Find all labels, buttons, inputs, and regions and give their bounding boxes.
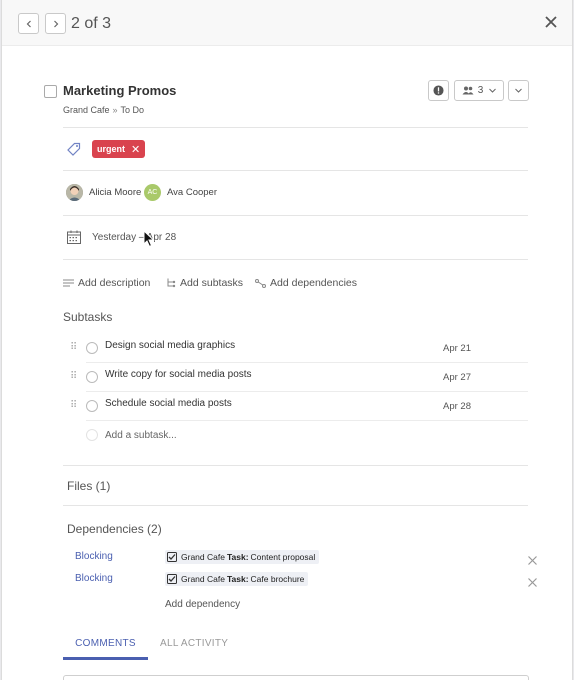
subtask-complete-toggle[interactable]: [86, 400, 98, 412]
tab-comments[interactable]: COMMENTS: [63, 634, 148, 660]
alert-icon: [433, 85, 444, 96]
checkbox-icon: [167, 574, 177, 584]
remove-tag-icon[interactable]: ✕: [131, 143, 140, 156]
task-title[interactable]: Marketing Promos: [63, 83, 176, 98]
assignees-button[interactable]: 3: [454, 80, 504, 101]
assignee-alicia-moore[interactable]: Alicia Moore: [66, 184, 141, 201]
add-description-label: Add description: [78, 277, 151, 289]
files-heading[interactable]: Files (1): [67, 479, 110, 493]
breadcrumb-project[interactable]: Grand Cafe: [63, 105, 110, 115]
breadcrumb-list[interactable]: To Do: [121, 105, 145, 115]
subtask-placeholder-circle: [86, 429, 98, 441]
add-subtask-placeholder: Add a subtask...: [105, 429, 177, 441]
dependency-label: Task:: [226, 574, 249, 584]
avatar: [66, 184, 83, 201]
close-icon[interactable]: [543, 14, 559, 30]
subtask-row[interactable]: ⠿ Design social media graphics Apr 21: [68, 340, 528, 371]
tag-icon[interactable]: [66, 141, 82, 157]
add-dependencies-label: Add dependencies: [270, 277, 357, 289]
pager-text: 2 of 3: [71, 15, 112, 32]
add-dependency-button[interactable]: Add dependency: [165, 599, 240, 610]
task-complete-checkbox[interactable]: [44, 85, 57, 98]
subtask-due-date[interactable]: Apr 28: [443, 401, 471, 412]
divider: [63, 215, 528, 216]
divider: [86, 420, 528, 421]
dependency-project: Grand Cafe: [181, 552, 225, 562]
chevron-down-icon: [515, 88, 522, 93]
dependency-name: Cafe brochure: [250, 574, 305, 584]
mouse-cursor-icon: [143, 230, 155, 248]
drag-handle-icon[interactable]: ⠿: [70, 400, 77, 411]
assignee-name: Ava Cooper: [167, 187, 217, 198]
dependency-label: Task:: [226, 552, 249, 562]
assignee-name: Alicia Moore: [89, 187, 142, 198]
subtask-complete-toggle[interactable]: [86, 371, 98, 383]
subtask-icon: [167, 278, 176, 288]
people-icon: [462, 86, 474, 95]
tab-all-activity[interactable]: ALL ACTIVITY: [160, 634, 228, 649]
divider: [63, 127, 528, 128]
drag-handle-icon[interactable]: ⠿: [70, 371, 77, 382]
subtask-due-date[interactable]: Apr 21: [443, 343, 471, 354]
subtask-due-date[interactable]: Apr 27: [443, 372, 471, 383]
subtask-name[interactable]: Design social media graphics: [105, 340, 235, 351]
dependencies-heading: Dependencies (2): [67, 522, 162, 536]
next-task-button[interactable]: [45, 13, 66, 34]
breadcrumb-separator: »: [112, 105, 118, 115]
dependency-project: Grand Cafe: [181, 574, 225, 584]
dependency-name: Content proposal: [250, 552, 316, 562]
avatar: AC: [144, 184, 161, 201]
dependency-icon: [255, 278, 266, 288]
subtask-complete-toggle[interactable]: [86, 342, 98, 354]
comment-input[interactable]: [63, 675, 529, 680]
subtasks-heading: Subtasks: [63, 310, 113, 324]
add-subtasks-label: Add subtasks: [180, 277, 244, 289]
task-detail-panel: 2 of 3 Marketing Promos Grand Cafe» To Do…: [1, 0, 573, 680]
subtask-row[interactable]: ⠿ Schedule social media posts Apr 28: [68, 398, 528, 429]
more-options-button[interactable]: [508, 80, 529, 101]
chevron-down-icon: [489, 88, 497, 93]
date-range[interactable]: Yesterday – Apr 28: [92, 232, 176, 243]
add-description-button[interactable]: Add description: [63, 277, 150, 289]
remove-dependency-icon[interactable]: [527, 555, 538, 566]
dependency-kind[interactable]: Blocking: [75, 551, 113, 562]
tag-label: urgent: [97, 144, 125, 154]
assignee-count: 3: [477, 85, 484, 96]
dependency-kind[interactable]: Blocking: [75, 573, 113, 584]
add-subtasks-button[interactable]: Add subtasks: [166, 277, 243, 289]
checkbox-icon: [167, 552, 177, 562]
subtask-name[interactable]: Write copy for social media posts: [105, 369, 252, 380]
activity-tabs: COMMENTS ALL ACTIVITY: [63, 634, 528, 660]
subtask-row[interactable]: ⠿ Write copy for social media posts Apr …: [68, 369, 528, 400]
dependency-task-chip[interactable]: Grand Cafe Task: Content proposal: [165, 550, 320, 564]
breadcrumb: Grand Cafe» To Do: [63, 105, 144, 115]
description-icon: [63, 279, 74, 286]
chevron-left-icon: [26, 20, 31, 27]
dependency-task-chip[interactable]: Grand Cafe Task: Cafe brochure: [165, 572, 309, 586]
add-subtask-input[interactable]: Add a subtask...: [86, 429, 516, 441]
add-dependencies-button[interactable]: Add dependencies: [255, 277, 357, 289]
remove-dependency-icon[interactable]: [527, 577, 538, 588]
assignee-ava-cooper[interactable]: AC Ava Cooper: [144, 184, 217, 201]
divider: [63, 505, 528, 506]
divider: [86, 391, 528, 392]
divider: [63, 465, 528, 466]
drag-handle-icon[interactable]: ⠿: [70, 342, 77, 353]
subtask-name[interactable]: Schedule social media posts: [105, 398, 232, 409]
divider: [63, 259, 528, 260]
divider: [86, 362, 528, 363]
chevron-right-icon: [53, 20, 58, 27]
divider: [63, 170, 528, 171]
tag-urgent[interactable]: urgent ✕: [92, 140, 146, 158]
previous-task-button[interactable]: [18, 13, 39, 34]
priority-button[interactable]: [428, 80, 449, 101]
task-nav-bar: 2 of 3: [2, 0, 572, 46]
calendar-icon[interactable]: [66, 229, 82, 245]
